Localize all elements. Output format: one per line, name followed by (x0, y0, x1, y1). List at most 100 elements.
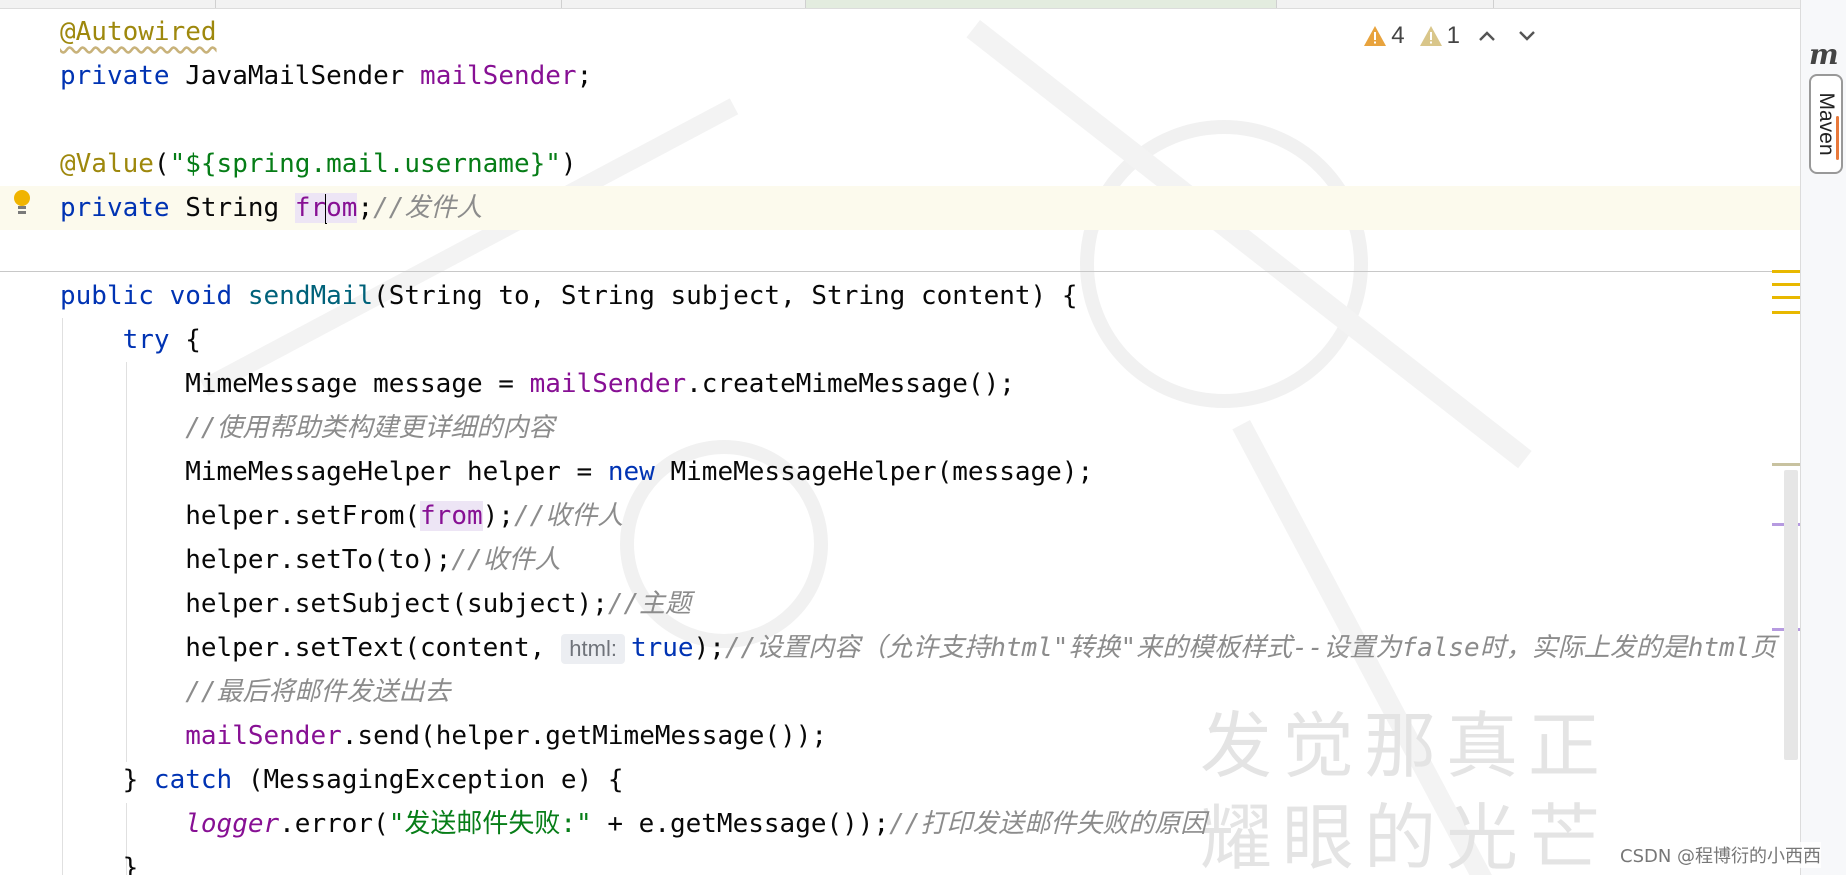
code-text[interactable]: @Value("${spring.mail.username}") (60, 142, 577, 186)
code-editor[interactable]: 发觉那真正 耀眼的光芒 @Autowired private JavaMailSe… (0, 0, 1800, 875)
maven-tool-window-button[interactable]: Maven (1809, 74, 1843, 174)
warning-stripe-marker[interactable] (1772, 270, 1800, 273)
code-token: helper.setSubject(subject); (60, 589, 608, 619)
code-line[interactable]: } catch (MessagingException e) { (0, 758, 1800, 802)
code-line[interactable]: logger.error("发送邮件失败:" + e.getMessage())… (0, 802, 1800, 846)
code-token: MimeMessageHelper helper = (60, 457, 608, 487)
previous-problem-button[interactable] (1474, 23, 1500, 49)
editor-tab[interactable] (1277, 0, 1494, 8)
code-token: ); (693, 633, 725, 663)
code-line[interactable]: MimeMessageHelper helper = new MimeMessa… (0, 450, 1800, 494)
code-token: ) (560, 149, 577, 179)
code-line[interactable]: helper.setSubject(subject);//主题 (0, 582, 1800, 626)
code-token: "发送邮件失败:" (388, 809, 592, 839)
code-token: new (607, 457, 655, 487)
code-token: //设置内容（允许支持html"转换"来的模板样式--设置为false时，实际上… (724, 633, 1777, 663)
warning-icon (1364, 26, 1387, 46)
code-token: ; (576, 61, 593, 91)
code-line[interactable]: //使用帮助类构建更详细的内容 (0, 406, 1800, 450)
weak-warnings-indicator[interactable]: 1 (1419, 22, 1460, 50)
warning-stripe-marker[interactable] (1772, 311, 1800, 314)
code-token: ( (153, 149, 170, 179)
code-token: helper.setTo(to); (60, 545, 452, 575)
code-text[interactable]: helper.setText(content, html: true);//设置内容… (60, 626, 1776, 670)
code-text[interactable]: MimeMessage message = mailSender.createM… (60, 362, 1015, 406)
code-text[interactable]: //使用帮助类构建更详细的内容 (60, 406, 554, 450)
code-token: private (60, 61, 186, 91)
inspection-widget[interactable]: 4 1 (1363, 20, 1540, 52)
code-text[interactable]: try { (60, 318, 201, 362)
code-line[interactable]: private JavaMailSender mailSender; (0, 54, 1800, 98)
code-token: try (122, 325, 170, 355)
code-token: mailSender (529, 369, 687, 399)
code-line[interactable]: mailSender.send(helper.getMimeMessage())… (0, 714, 1800, 758)
editor-tab[interactable] (216, 0, 562, 8)
next-problem-button[interactable] (1514, 23, 1540, 49)
warnings-count: 4 (1391, 22, 1405, 49)
code-line[interactable]: try { (0, 318, 1800, 362)
editor-tab[interactable] (562, 0, 806, 8)
code-line[interactable]: } (0, 846, 1800, 875)
code-token: helper.setText(content, (60, 633, 546, 663)
code-text[interactable]: public void sendMail(String to, String s… (60, 274, 1078, 318)
code-token: .createMimeMessage(); (686, 369, 1015, 399)
code-text[interactable]: mailSender.send(helper.getMimeMessage())… (60, 714, 827, 758)
code-token: //收件人 (451, 545, 561, 575)
parameter-hint[interactable]: html: (561, 634, 625, 664)
code-text[interactable]: logger.error("发送邮件失败:" + e.getMessage())… (60, 802, 1206, 846)
code-token: logger (185, 809, 280, 839)
code-token: public (60, 281, 170, 311)
stripe-marker[interactable] (1772, 463, 1800, 466)
editor-tab-strip[interactable] (0, 0, 1800, 9)
code-text[interactable]: helper.setSubject(subject);//主题 (60, 582, 691, 626)
code-text[interactable]: private String from;//发件人 (60, 186, 482, 230)
code-token: } (60, 765, 154, 795)
code-token: //发件人 (373, 193, 483, 223)
code-line[interactable] (0, 98, 1800, 142)
code-text[interactable]: helper.setTo(to);//收件人 (60, 538, 561, 582)
warnings-indicator[interactable]: 4 (1363, 22, 1405, 50)
code-line[interactable]: @Value("${spring.mail.username}") (0, 142, 1800, 186)
code-token: MimeMessage message = (60, 369, 530, 399)
code-text[interactable]: private JavaMailSender mailSender; (60, 54, 592, 98)
code-token: true (630, 633, 694, 663)
editor-tab[interactable] (0, 0, 216, 8)
code-token: helper.setFrom( (60, 501, 421, 531)
lightbulb-icon[interactable] (12, 188, 32, 218)
code-line[interactable] (0, 230, 1800, 274)
code-line[interactable]: MimeMessage message = mailSender.createM… (0, 362, 1800, 406)
chevron-down-icon (1519, 31, 1535, 41)
code-line[interactable]: helper.setTo(to);//收件人 (0, 538, 1800, 582)
code-token: @Autowired (60, 17, 217, 47)
vertical-scrollbar[interactable] (1784, 470, 1798, 760)
code-line[interactable]: helper.setFrom(from);//收件人 (0, 494, 1800, 538)
code-text[interactable]: } (60, 846, 139, 875)
code-token: sendMail (247, 281, 374, 311)
warning-stripe-marker[interactable] (1772, 296, 1800, 299)
code-token: catch (153, 765, 233, 795)
code-token: om (326, 193, 358, 223)
warning-stripe-marker[interactable] (1772, 283, 1800, 286)
code-line[interactable]: //最后将邮件发送出去 (0, 670, 1800, 714)
code-line-current[interactable]: private String from;//发件人 (0, 186, 1800, 230)
code-line[interactable]: public void sendMail(String to, String s… (0, 274, 1800, 318)
code-token: "${spring.mail.username}" (169, 149, 561, 179)
code-line[interactable]: helper.setText(content, html: true);//设置内容… (0, 626, 1800, 670)
code-token: //最后将邮件发送出去 (185, 677, 451, 707)
code-token: .error( (279, 809, 389, 839)
chevron-up-icon (1479, 31, 1495, 41)
code-token: mailSender (420, 61, 577, 91)
code-token: @Value (60, 149, 154, 179)
weak-warning-icon (1419, 26, 1442, 46)
code-text[interactable]: //最后将邮件发送出去 (60, 670, 451, 714)
code-text[interactable]: helper.setFrom(from);//收件人 (60, 494, 623, 538)
watermark-credit: CSDN @程博衍的小西西 (1620, 842, 1822, 868)
code-text[interactable]: } catch (MessagingException e) { (60, 758, 624, 802)
maven-logo-icon[interactable]: m (1809, 38, 1839, 71)
editor-tab-active[interactable] (806, 0, 1277, 8)
code-text[interactable]: MimeMessageHelper helper = new MimeMessa… (60, 450, 1093, 494)
code-text[interactable]: @Autowired (60, 10, 217, 54)
code-token: fr (294, 193, 327, 223)
